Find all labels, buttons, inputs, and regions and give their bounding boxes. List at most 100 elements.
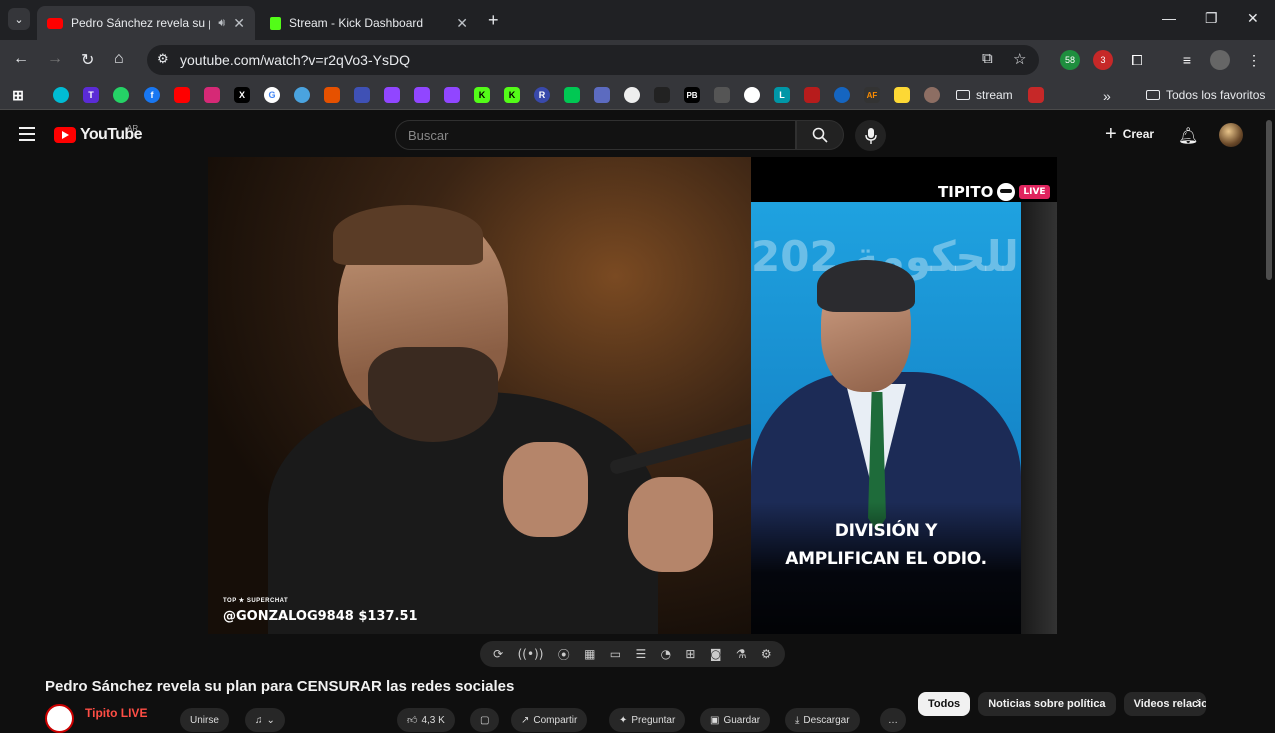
- puzzle-extensions-icon[interactable]: ⧠: [1127, 50, 1147, 70]
- home-icon[interactable]: ⌂: [114, 50, 124, 68]
- bookmark-icon[interactable]: [1028, 87, 1044, 103]
- bookmark-icon[interactable]: [594, 87, 610, 103]
- search-button[interactable]: [796, 120, 844, 150]
- address-bar[interactable]: ⚙ youtube.com/watch?v=r2qVo3-YsDQ ⧉ ☆: [147, 45, 1039, 75]
- share-button[interactable]: ↗ Compartir: [511, 708, 588, 732]
- bookmark-star-icon[interactable]: ☆: [1013, 50, 1026, 68]
- all-bookmarks-folder[interactable]: Todos los favoritos: [1146, 88, 1265, 102]
- bookmark-icon[interactable]: [624, 87, 640, 103]
- channel-name[interactable]: Tipito LIVE: [85, 706, 147, 720]
- youtube-logo[interactable]: YouTube AR: [54, 124, 142, 144]
- bookmark-icon[interactable]: [294, 87, 310, 103]
- bookmark-icon[interactable]: [354, 87, 370, 103]
- youtube-icon[interactable]: [174, 87, 190, 103]
- url-text[interactable]: youtube.com/watch?v=r2qVo3-YsDQ: [180, 52, 410, 68]
- bookmark-icon[interactable]: T: [83, 87, 99, 103]
- speaker-icon[interactable]: 🔊︎: [218, 17, 225, 30]
- chip-related-videos[interactable]: Videos relacio: [1123, 692, 1206, 716]
- hamburger-menu-icon[interactable]: [19, 127, 35, 145]
- bookmark-icon[interactable]: [834, 87, 850, 103]
- gear-icon[interactable]: ⚙: [761, 647, 772, 661]
- bookmark-icon[interactable]: [894, 87, 910, 103]
- broadcast-icon[interactable]: ((•)): [518, 647, 544, 661]
- back-button[interactable]: ←: [13, 50, 29, 68]
- restore-button[interactable]: ❐: [1205, 10, 1218, 27]
- bookmark-folder-stream[interactable]: stream: [956, 88, 1013, 102]
- create-button[interactable]: + Crear: [1105, 124, 1154, 144]
- new-tab-button[interactable]: +: [488, 10, 499, 31]
- menu-dots-icon[interactable]: ⋮: [1244, 50, 1264, 70]
- bookmark-icon[interactable]: [804, 87, 820, 103]
- picture-in-picture-icon[interactable]: ▭: [610, 647, 621, 661]
- chip-all[interactable]: Todos: [918, 692, 971, 716]
- more-bookmarks-icon[interactable]: »: [1103, 88, 1111, 104]
- chip-politics-news[interactable]: Noticias sobre política: [978, 692, 1116, 716]
- minimize-button[interactable]: —: [1162, 10, 1176, 26]
- dislike-button[interactable]: ▢: [470, 708, 500, 732]
- search-input[interactable]: [396, 121, 795, 149]
- channel-avatar[interactable]: [45, 704, 74, 733]
- chevron-right-icon[interactable]: ›: [1196, 694, 1201, 712]
- tab-search-button[interactable]: ⌄: [8, 8, 30, 30]
- forward-button[interactable]: →: [47, 50, 63, 68]
- search-box: [395, 120, 796, 150]
- camera-icon[interactable]: ◙: [710, 647, 722, 661]
- twitch-icon[interactable]: [384, 87, 400, 103]
- whatsapp-icon[interactable]: [113, 87, 129, 103]
- scrollbar[interactable]: [1266, 120, 1272, 280]
- bookmark-icon[interactable]: PB: [684, 87, 700, 103]
- join-button[interactable]: Unirse: [180, 708, 229, 732]
- install-app-icon[interactable]: ⧉: [982, 50, 993, 67]
- video-player[interactable]: TOP ★ SUPERCHAT @GONZALOG9848 $137.51 لل…: [208, 157, 1057, 634]
- facebook-icon[interactable]: f: [144, 87, 160, 103]
- close-tab-icon[interactable]: ✕: [233, 15, 245, 32]
- add-screen-icon[interactable]: ⊞: [685, 647, 695, 661]
- tab-kick[interactable]: Stream - Kick Dashboard ✕: [260, 6, 478, 40]
- tab-youtube[interactable]: Pedro Sánchez revela su plan para CENSUR…: [37, 6, 255, 40]
- bookmark-icon[interactable]: [714, 87, 730, 103]
- bookmark-icon[interactable]: L: [774, 87, 790, 103]
- more-actions-button[interactable]: …: [880, 708, 906, 732]
- profile-icon[interactable]: [1210, 50, 1230, 70]
- notifications-bell-icon[interactable]: 🔔︎: [1178, 126, 1198, 146]
- bookmark-icon[interactable]: [654, 87, 670, 103]
- bookmark-icon[interactable]: AF: [864, 87, 880, 103]
- bookmark-icon[interactable]: [324, 87, 340, 103]
- close-window-button[interactable]: ✕: [1247, 10, 1259, 27]
- record-icon[interactable]: ⦿: [558, 646, 570, 663]
- site-settings-icon[interactable]: ⚙: [157, 51, 169, 67]
- bookmark-icon[interactable]: [744, 87, 760, 103]
- superchat-text: @GONZALOG9848 $137.51: [223, 609, 418, 624]
- instagram-icon[interactable]: [204, 87, 220, 103]
- reload-button[interactable]: ↻: [81, 50, 94, 70]
- apps-grid-icon[interactable]: ⊞: [10, 87, 26, 103]
- thumbs-down-icon: ▢: [480, 714, 490, 726]
- bookmark-icon[interactable]: R: [534, 87, 550, 103]
- voice-search-button[interactable]: [855, 120, 886, 151]
- media-controls-icon[interactable]: ≡: [1177, 50, 1197, 70]
- subtitles-icon[interactable]: ☰: [635, 647, 646, 661]
- user-avatar[interactable]: [1219, 123, 1243, 147]
- film-icon[interactable]: ▦: [584, 647, 595, 661]
- kick-icon[interactable]: K: [504, 87, 520, 103]
- bookmark-icon[interactable]: [924, 87, 940, 103]
- google-icon[interactable]: G: [264, 87, 280, 103]
- like-button[interactable]: 👍︎ 4,3 K: [397, 708, 455, 732]
- ask-button[interactable]: ✦ Preguntar: [609, 708, 686, 732]
- bookmark-icon[interactable]: [53, 87, 69, 103]
- extension-icon[interactable]: 58: [1060, 50, 1080, 70]
- download-button[interactable]: ⤓ Descargar: [785, 708, 860, 732]
- twitch-icon[interactable]: [414, 87, 430, 103]
- extension-icon[interactable]: 3: [1093, 50, 1113, 70]
- bookmark-icon[interactable]: [564, 87, 580, 103]
- flask-icon[interactable]: ⚗: [736, 647, 747, 661]
- kick-icon[interactable]: K: [474, 87, 490, 103]
- close-tab-icon[interactable]: ✕: [456, 15, 468, 32]
- notifications-button[interactable]: ♫ ⌄: [245, 708, 285, 732]
- twitch-icon[interactable]: [444, 87, 460, 103]
- youtube-icon: [47, 17, 63, 29]
- x-icon[interactable]: X: [234, 87, 250, 103]
- loop-icon[interactable]: ⟳: [493, 647, 503, 661]
- speed-icon[interactable]: ◔: [661, 647, 671, 661]
- save-button[interactable]: ▣ Guardar: [700, 708, 771, 732]
